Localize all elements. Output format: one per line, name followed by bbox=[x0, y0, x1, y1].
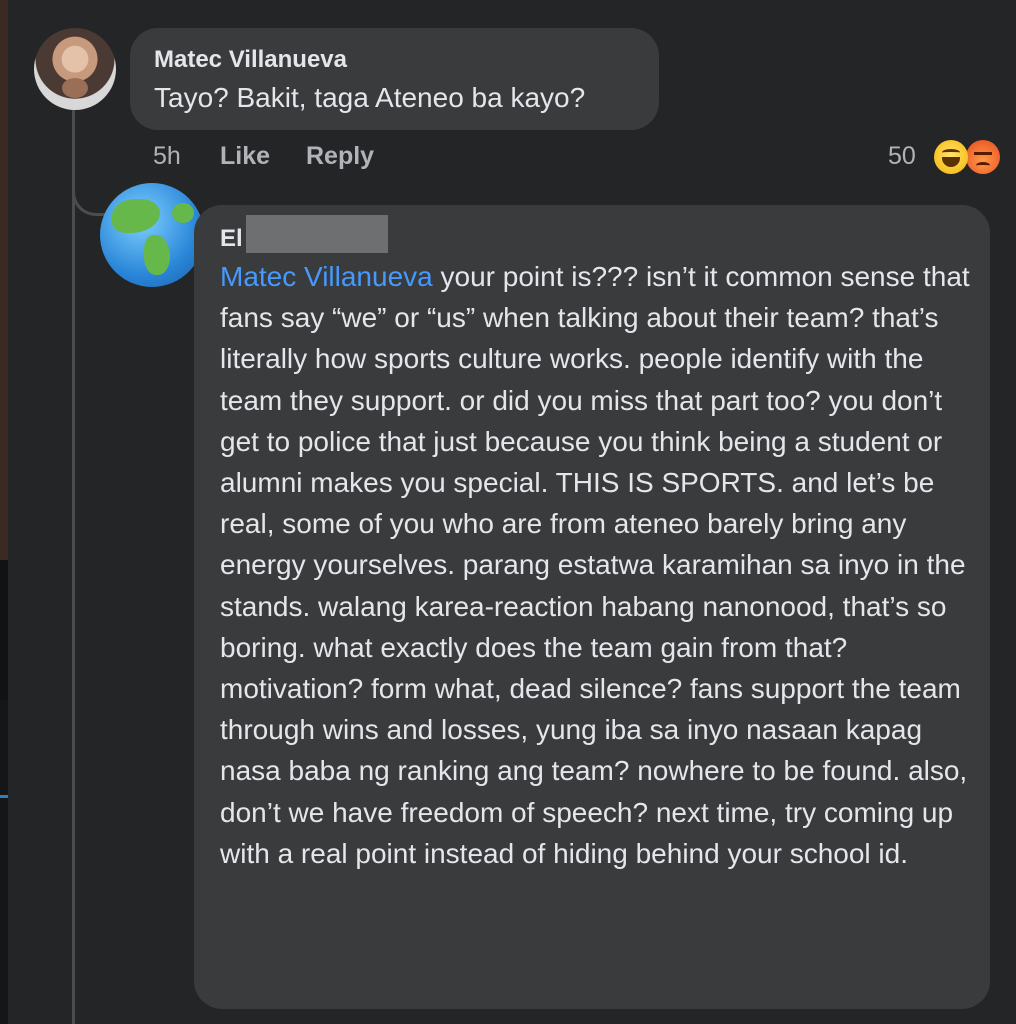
background-sliver bbox=[0, 0, 8, 1024]
globe-land bbox=[144, 235, 170, 275]
thread-connector-line bbox=[72, 110, 75, 1024]
globe-avatar-icon[interactable] bbox=[100, 183, 204, 287]
mention-link[interactable]: Matec Villanueva bbox=[220, 261, 433, 292]
reply-author-name[interactable]: El bbox=[220, 225, 243, 253]
reply-button[interactable]: Reply bbox=[306, 142, 374, 171]
comment-timestamp[interactable]: 5h bbox=[153, 142, 181, 171]
reply-bubble: El Matec Villanueva your point is??? isn… bbox=[194, 205, 990, 1009]
haha-mouth bbox=[942, 157, 960, 167]
comment-author-name[interactable]: Matec Villanueva bbox=[154, 46, 347, 74]
reaction-count[interactable]: 50 bbox=[888, 142, 916, 171]
comment-text: Tayo? Bakit, taga Ateneo ba kayo? bbox=[154, 82, 586, 113]
reply-text: Matec Villanueva your point is??? isn’t … bbox=[220, 256, 976, 874]
avatar[interactable] bbox=[34, 28, 116, 110]
avatar-hand bbox=[62, 78, 88, 98]
angry-eyes bbox=[974, 152, 992, 158]
background-accent-line bbox=[0, 795, 8, 798]
angry-icon[interactable] bbox=[966, 140, 1000, 174]
angry-mouth bbox=[976, 162, 990, 169]
redacted-name-block bbox=[246, 215, 388, 253]
thread-connector-curve bbox=[72, 165, 105, 216]
background-photo-edge bbox=[0, 0, 8, 560]
globe-land bbox=[172, 203, 194, 223]
comment-bubble: Matec Villanueva Tayo? Bakit, taga Atene… bbox=[130, 28, 659, 130]
reply-body: your point is??? isn’t it common sense t… bbox=[220, 261, 970, 869]
like-button[interactable]: Like bbox=[220, 142, 270, 171]
haha-icon[interactable] bbox=[934, 140, 968, 174]
haha-eyes bbox=[942, 149, 960, 156]
background-dark-edge bbox=[0, 560, 8, 700]
globe-land bbox=[112, 199, 160, 233]
